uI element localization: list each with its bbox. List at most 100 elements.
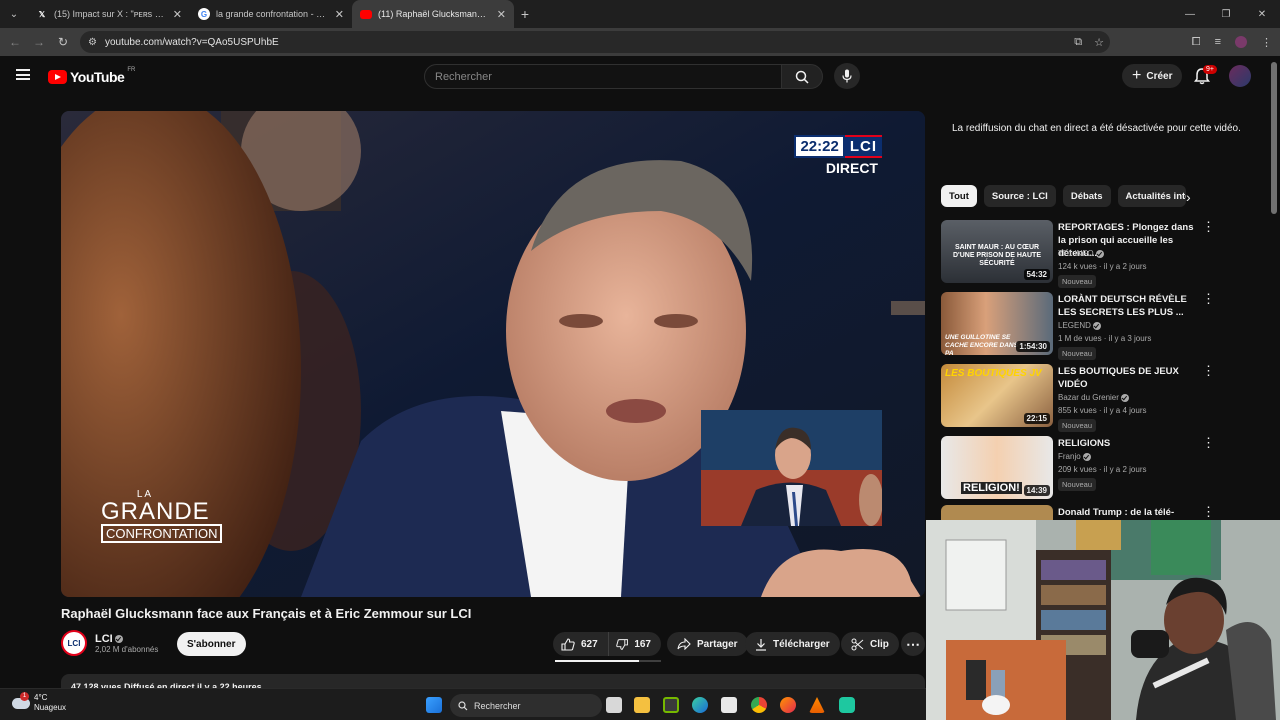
url-text[interactable]: youtube.com/watch?v=QAo5USPUhbE bbox=[105, 37, 279, 48]
like-button[interactable]: 627 bbox=[553, 632, 608, 656]
show-logo-line3: CONFRONTATION bbox=[101, 524, 223, 543]
more-vertical-icon[interactable]: ⋮ bbox=[1202, 292, 1215, 305]
cast-icon[interactable]: ⧉ bbox=[1074, 36, 1082, 49]
search-button[interactable] bbox=[781, 64, 823, 89]
video-thumbnail[interactable]: LES BOUTIQUES JV 22:15 bbox=[941, 364, 1053, 427]
chip-debates[interactable]: Débats bbox=[1062, 185, 1111, 207]
account-avatar[interactable] bbox=[1229, 65, 1251, 87]
browser-tab-bar: ⌄ 𝕏 (15) Impact sur X : "ᴘᴇʀs FLASH ✕ G … bbox=[0, 0, 1280, 28]
more-vertical-icon[interactable]: ⋮ bbox=[1202, 220, 1215, 233]
search-input[interactable]: Rechercher bbox=[424, 64, 782, 89]
video-thumbnail[interactable]: UNE GUILLOTINE SE CACHE ENCORE DANS PA 1… bbox=[941, 292, 1053, 355]
back-icon[interactable]: ← bbox=[3, 35, 27, 49]
chip-source-lci[interactable]: Source : LCI bbox=[983, 185, 1056, 207]
close-tab-icon[interactable]: ✕ bbox=[497, 8, 506, 21]
chatgpt-icon[interactable] bbox=[839, 697, 855, 713]
channel-name-row[interactable]: LEGEND bbox=[1058, 321, 1101, 330]
like-count: 627 bbox=[581, 638, 598, 650]
close-window-icon[interactable]: ✕ bbox=[1244, 0, 1280, 28]
forward-icon[interactable]: → bbox=[27, 35, 51, 49]
voice-search-button[interactable] bbox=[834, 63, 860, 89]
nvidia-icon[interactable] bbox=[663, 697, 679, 713]
bookmark-star-icon[interactable]: ☆ bbox=[1094, 36, 1104, 49]
search-icon bbox=[458, 700, 468, 710]
file-explorer-icon[interactable] bbox=[634, 697, 650, 713]
taskbar-search[interactable]: Rechercher bbox=[450, 694, 602, 717]
guide-menu-icon[interactable] bbox=[16, 69, 30, 80]
chevron-right-icon[interactable]: › bbox=[1186, 189, 1191, 205]
recommendation-item[interactable]: Donald Trump : de la télé-réalité ⋮ bbox=[941, 505, 1211, 520]
video-duration: 14:39 bbox=[1023, 485, 1050, 496]
channel-name[interactable]: TF1 INFO bbox=[1058, 249, 1094, 258]
profile-icon[interactable] bbox=[1235, 36, 1247, 48]
chrome-icon[interactable] bbox=[751, 697, 767, 713]
channel-name[interactable]: LEGEND bbox=[1058, 321, 1091, 330]
temperature: 4°C bbox=[34, 693, 48, 702]
firefox-icon[interactable] bbox=[780, 697, 796, 713]
tab-x[interactable]: 𝕏 (15) Impact sur X : "ᴘᴇʀs FLASH ✕ bbox=[28, 0, 190, 28]
site-info-icon[interactable]: ⚙ bbox=[88, 37, 97, 48]
more-menu-icon[interactable]: ⋮ bbox=[1261, 36, 1272, 49]
verified-icon bbox=[1082, 452, 1091, 461]
channel-name-row[interactable]: TF1 INFO bbox=[1058, 249, 1104, 258]
chip-international-news[interactable]: Actualités inte bbox=[1117, 185, 1186, 207]
video-thumbnail[interactable]: RELIGION! 14:39 bbox=[941, 436, 1053, 499]
recommendation-item[interactable]: UNE GUILLOTINE SE CACHE ENCORE DANS PA 1… bbox=[941, 292, 1215, 360]
show-logo: LA GRANDE CONFRONTATION bbox=[101, 489, 223, 543]
reload-icon[interactable]: ↻ bbox=[51, 35, 75, 49]
video-thumbnail[interactable]: SAINT MAUR : AU CŒUR D'UNE PRISON DE HAU… bbox=[941, 220, 1053, 283]
windows-start-icon[interactable] bbox=[426, 697, 442, 713]
store-icon[interactable] bbox=[721, 697, 737, 713]
minimize-icon[interactable]: — bbox=[1172, 0, 1208, 28]
youtube-logo[interactable]: YouTube FR bbox=[48, 67, 135, 85]
more-vertical-icon[interactable]: ⋮ bbox=[1202, 364, 1215, 377]
tab-google[interactable]: G la grande confrontation - Reche ✕ bbox=[190, 0, 352, 28]
tab-title: (15) Impact sur X : "ᴘᴇʀs FLASH bbox=[54, 9, 167, 19]
chip-all[interactable]: Tout bbox=[941, 185, 977, 207]
youtube-header: YouTube FR Rechercher + Créer 9+ bbox=[0, 56, 1280, 98]
channel-name[interactable]: Franjo bbox=[1058, 452, 1081, 461]
clip-label: Clip bbox=[870, 638, 889, 650]
video-title[interactable]: Donald Trump : de la télé-réalité bbox=[1058, 506, 1198, 520]
recommendation-item[interactable]: LES BOUTIQUES JV 22:15 LES BOUTIQUES DE … bbox=[941, 364, 1215, 432]
video-thumbnail[interactable] bbox=[941, 505, 1053, 520]
video-player[interactable]: 22:22 LCI DIRECT LA GRANDE CONFRONTATION bbox=[61, 111, 925, 597]
close-tab-icon[interactable]: ✕ bbox=[335, 8, 344, 21]
tab-search-menu-icon[interactable]: ⌄ bbox=[4, 4, 24, 24]
video-title[interactable]: RELIGIONS bbox=[1058, 437, 1198, 450]
webcam-overlay bbox=[926, 520, 1280, 720]
download-button[interactable]: Télécharger bbox=[745, 632, 840, 656]
video-duration: 1:54:30 bbox=[1016, 341, 1050, 352]
share-button[interactable]: Partager bbox=[667, 632, 748, 656]
edge-icon[interactable] bbox=[692, 697, 708, 713]
video-title[interactable]: LES BOUTIQUES DE JEUX VIDÉO bbox=[1058, 365, 1198, 391]
more-actions-button[interactable]: ⋯ bbox=[901, 632, 925, 656]
task-view-icon[interactable] bbox=[606, 697, 622, 713]
channel-name[interactable]: Bazar du Grenier bbox=[1058, 393, 1119, 402]
create-button[interactable]: + Créer bbox=[1122, 64, 1183, 88]
tab-youtube[interactable]: (11) Raphaël Glucksmann face a ✕ bbox=[352, 0, 514, 28]
channel-name-row[interactable]: Franjo bbox=[1058, 452, 1091, 461]
channel-name-row[interactable]: Bazar du Grenier bbox=[1058, 393, 1129, 402]
dislike-button[interactable]: 167 bbox=[608, 632, 661, 656]
video-title[interactable]: LORÀNT DEUTSCH RÉVÈLE LES SECRETS LES PL… bbox=[1058, 293, 1198, 319]
more-vertical-icon[interactable]: ⋮ bbox=[1202, 436, 1215, 449]
new-badge: Nouveau bbox=[1058, 419, 1097, 432]
cloud-icon: 1 bbox=[12, 691, 30, 709]
new-tab-button[interactable]: + bbox=[514, 6, 536, 22]
vlc-icon[interactable] bbox=[809, 697, 825, 713]
clip-button[interactable]: Clip bbox=[841, 632, 899, 656]
recommendation-item[interactable]: RELIGION! 14:39 RELIGIONS Franjo 209 k v… bbox=[941, 436, 1215, 500]
recommendation-item[interactable]: SAINT MAUR : AU CŒUR D'UNE PRISON DE HAU… bbox=[941, 220, 1215, 288]
extensions-icon[interactable]: ⧠ bbox=[1192, 36, 1201, 49]
weather-widget[interactable]: 1 4°C Nuageux bbox=[12, 691, 66, 713]
address-bar[interactable]: ⚙ youtube.com/watch?v=QAo5USPUhbE ⧉ ☆ bbox=[80, 31, 1110, 53]
restore-icon[interactable]: ❐ bbox=[1208, 0, 1244, 28]
x-logo-icon: 𝕏 bbox=[38, 9, 46, 19]
media-icon[interactable]: ≡ bbox=[1215, 36, 1221, 48]
close-tab-icon[interactable]: ✕ bbox=[173, 8, 182, 21]
weather-badge: 1 bbox=[20, 691, 29, 701]
more-vertical-icon[interactable]: ⋮ bbox=[1202, 505, 1211, 518]
page-scrollbar[interactable] bbox=[1271, 62, 1277, 214]
thumbnail-text: RELIGION! bbox=[961, 482, 1022, 494]
